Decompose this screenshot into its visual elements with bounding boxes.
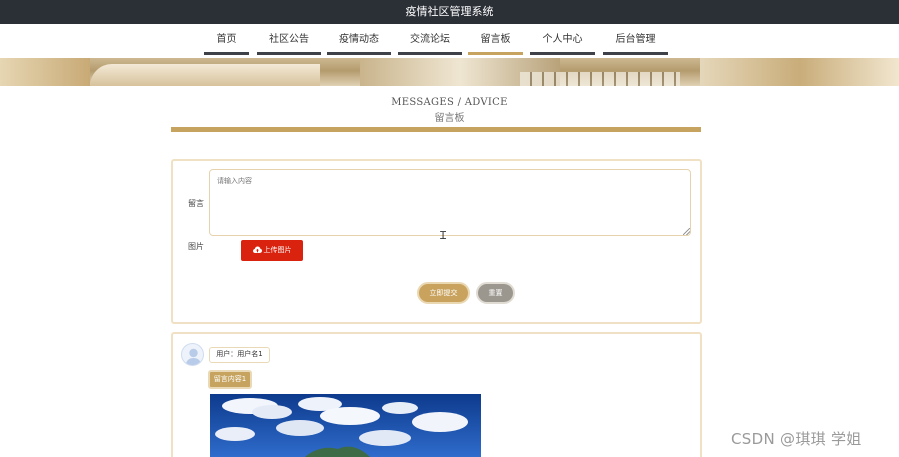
nav-item-message-board[interactable]: 留言板 xyxy=(468,24,523,55)
message-input[interactable] xyxy=(209,169,691,236)
text-cursor-icon: Ɪ xyxy=(440,229,447,242)
resize-handle-icon[interactable] xyxy=(683,228,690,235)
cloud-upload-icon xyxy=(252,246,262,253)
user-avatar xyxy=(181,343,204,366)
submit-button[interactable]: 立即提交 xyxy=(417,282,470,304)
section-heading-cn: 留言板 xyxy=(434,113,465,124)
heading-divider xyxy=(171,127,701,132)
nav-item-personal-center[interactable]: 个人中心 xyxy=(530,24,595,55)
message-image xyxy=(210,394,481,457)
message-label: 留言 xyxy=(188,199,204,208)
nav-item-forum[interactable]: 交流论坛 xyxy=(398,24,462,55)
banner-image xyxy=(0,58,899,86)
upload-image-button[interactable]: 上传图片 xyxy=(241,240,303,261)
nav-item-announcements[interactable]: 社区公告 xyxy=(257,24,321,55)
section-heading-en: MESSAGES / ADVICE xyxy=(391,97,508,108)
upload-button-label: 上传图片 xyxy=(263,246,292,254)
reset-button[interactable]: 重置 xyxy=(476,282,515,304)
nav-item-epidemic-news[interactable]: 疫情动态 xyxy=(327,24,391,55)
site-title: 疫情社区管理系统 xyxy=(405,5,494,18)
message-user: 用户：用户名1 xyxy=(209,347,270,363)
watermark: CSDN @琪琪 学姐 xyxy=(731,430,862,448)
message-content: 留言内容1 xyxy=(208,370,252,389)
main-nav: 首页 社区公告 疫情动态 交流论坛 留言板 个人中心 后台管理 xyxy=(0,24,899,59)
nav-item-admin[interactable]: 后台管理 xyxy=(603,24,668,55)
nav-item-home[interactable]: 首页 xyxy=(204,24,249,55)
image-label: 图片 xyxy=(188,242,204,251)
